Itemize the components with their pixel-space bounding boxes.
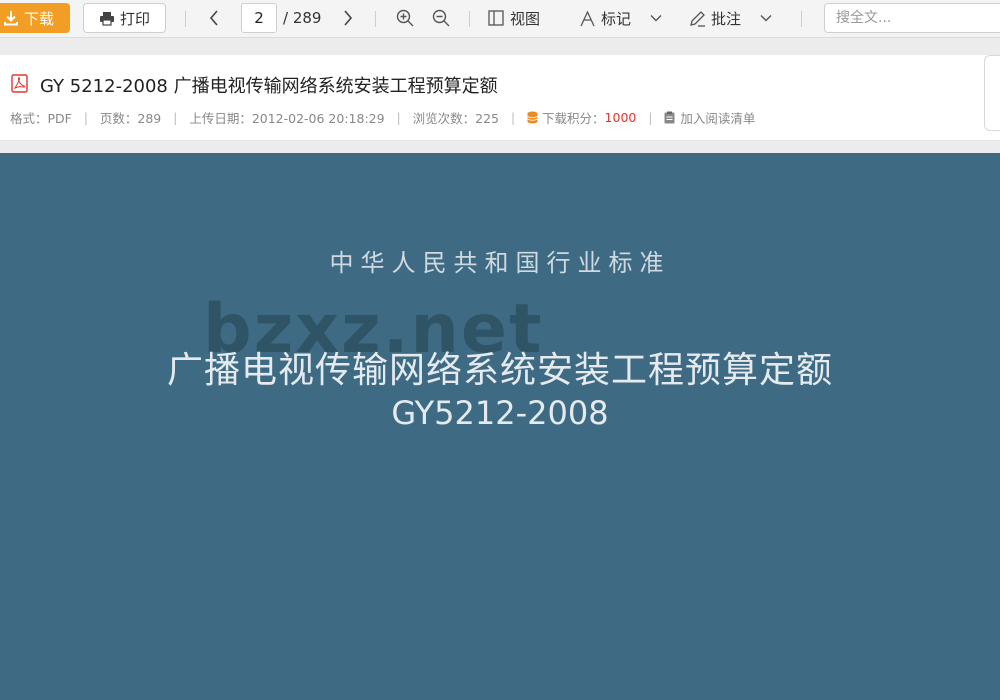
zoom-in-icon bbox=[396, 9, 414, 27]
side-panel-edge[interactable] bbox=[984, 55, 1000, 131]
view-icon bbox=[488, 10, 504, 26]
divider bbox=[801, 11, 802, 27]
standard-title: 广播电视传输网络系统安装工程预算定额 bbox=[166, 350, 833, 391]
view-label: 视图 bbox=[510, 9, 541, 28]
document-meta: 格式：PDF | 页数：289 | 上传日期：2012-02-06 20:18:… bbox=[10, 108, 755, 127]
document-title: GY 5212-2008 广播电视传输网络系统安装工程预算定额 bbox=[40, 76, 498, 97]
zoom-in-button[interactable] bbox=[393, 3, 417, 33]
chevron-down-icon bbox=[760, 15, 772, 22]
coins-icon bbox=[527, 111, 538, 124]
mark-button[interactable]: 标记 bbox=[579, 3, 662, 33]
meta-upload-date: 上传日期：2012-02-06 20:18:29 bbox=[189, 111, 385, 126]
divider bbox=[469, 11, 470, 27]
download-label: 下载 bbox=[24, 9, 55, 28]
meta-views: 浏览次数：225 bbox=[412, 111, 499, 126]
zoom-out-button[interactable] bbox=[429, 3, 453, 33]
annotate-label: 批注 bbox=[711, 9, 742, 28]
printer-icon bbox=[99, 11, 114, 26]
prev-page-button[interactable] bbox=[203, 3, 225, 33]
print-button[interactable]: 打印 bbox=[83, 3, 166, 33]
document-info-card: GY 5212-2008 广播电视传输网络系统安装工程预算定额 格式：PDF |… bbox=[0, 55, 1000, 141]
pen-icon bbox=[690, 10, 705, 27]
meta-separator: | bbox=[648, 110, 653, 125]
meta-format: 格式：PDF bbox=[10, 111, 72, 126]
view-button[interactable]: 视图 bbox=[487, 3, 540, 33]
page-total: / 289 bbox=[283, 9, 322, 27]
meta-separator: | bbox=[83, 110, 88, 125]
download-button[interactable]: 下载 bbox=[0, 3, 70, 33]
pdf-icon bbox=[11, 74, 28, 93]
meta-separator: | bbox=[173, 110, 178, 125]
annotate-button[interactable]: 批注 bbox=[689, 3, 772, 33]
zoom-out-icon bbox=[432, 9, 450, 27]
standard-code: GY5212-2008 bbox=[391, 394, 609, 432]
clipboard-icon bbox=[664, 111, 675, 124]
standard-category: 中华人民共和国行业标准 bbox=[329, 249, 671, 277]
meta-separator: | bbox=[396, 110, 401, 125]
download-icon bbox=[4, 11, 18, 26]
add-reading-list-label: 加入阅读清单 bbox=[680, 111, 756, 126]
chevron-down-icon bbox=[650, 15, 662, 22]
meta-points-label: 下载积分： bbox=[542, 111, 605, 126]
mark-label: 标记 bbox=[601, 9, 632, 28]
chevron-left-icon bbox=[209, 10, 218, 26]
search-input[interactable] bbox=[824, 3, 1000, 33]
meta-separator: | bbox=[510, 110, 516, 125]
chevron-right-icon bbox=[344, 10, 353, 26]
meta-pages: 页数：289 bbox=[99, 111, 162, 126]
document-page: bzxz.net 中华人民共和国行业标准 广播电视传输网络系统安装工程预算定额 … bbox=[0, 153, 1000, 700]
toolbar: 下载 打印 2 / 289 视图 标记 批注 bbox=[0, 0, 1000, 38]
next-page-button[interactable] bbox=[337, 3, 359, 33]
add-reading-list-link[interactable]: 加入阅读清单 bbox=[664, 108, 755, 127]
mark-icon bbox=[580, 9, 595, 26]
print-label: 打印 bbox=[119, 9, 150, 28]
divider bbox=[185, 11, 186, 27]
meta-points-value: 1000 bbox=[604, 110, 637, 125]
page-number-input[interactable]: 2 bbox=[241, 3, 277, 33]
divider bbox=[375, 11, 376, 27]
